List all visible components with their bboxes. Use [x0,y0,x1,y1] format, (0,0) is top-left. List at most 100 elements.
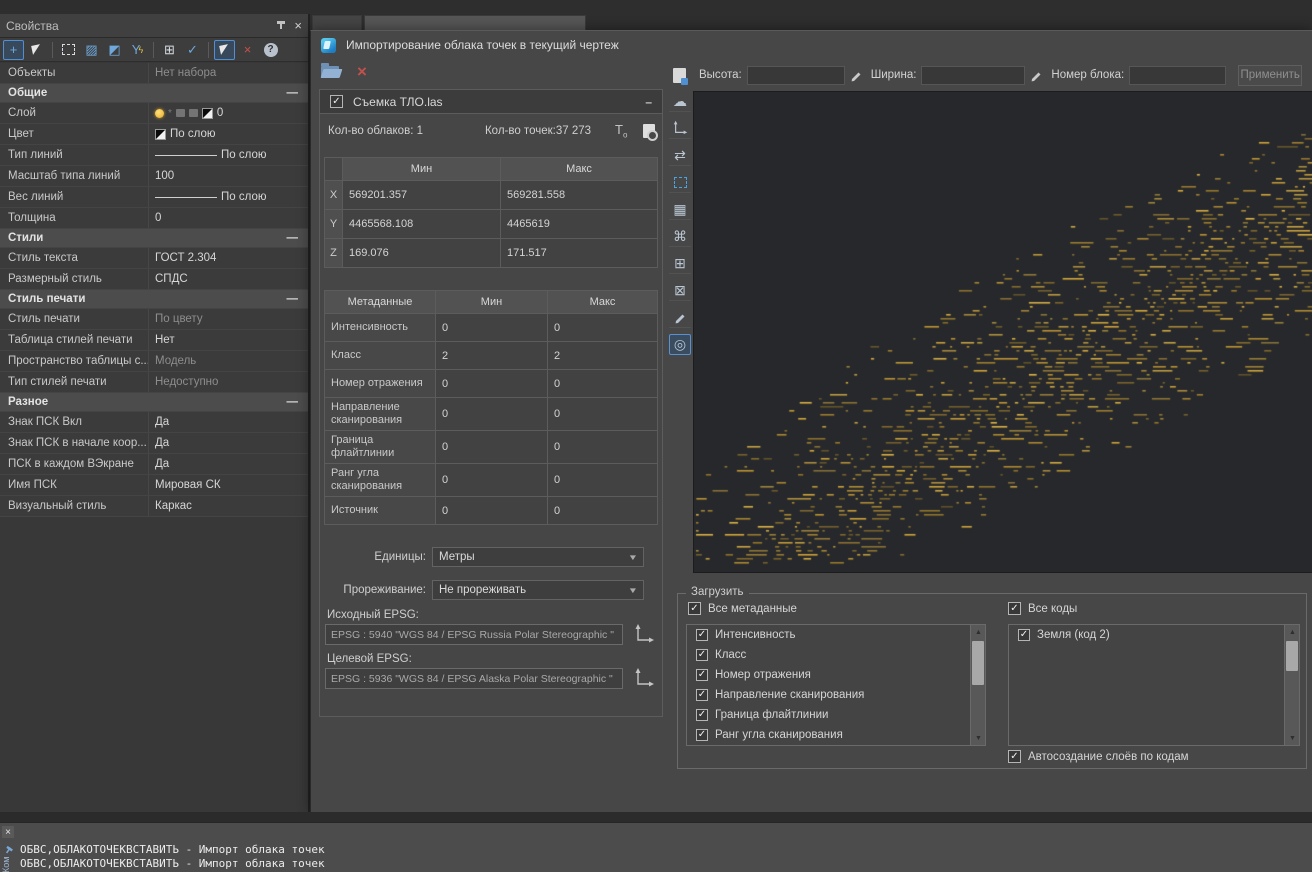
document-tab[interactable] [364,15,586,30]
property-value[interactable]: По слою [148,124,308,144]
min-cell[interactable]: 0 [436,431,547,463]
source-epsg-input[interactable]: EPSG : 5940 "WGS 84 / EPSG Russia Polar … [325,624,623,645]
axis-icon[interactable] [633,667,655,689]
checkbox[interactable]: ✓ [688,602,701,615]
pick-height-icon[interactable] [849,68,863,82]
checkbox[interactable]: ✓ [696,649,708,661]
properties-section-header[interactable]: Общие— [0,84,308,103]
max-cell[interactable]: 0 [548,464,657,496]
property-value[interactable]: Каркас [148,496,308,516]
invert-selection-icon[interactable]: ◩ [104,40,125,60]
command-history[interactable]: ОБВС,ОБЛАКОТОЧЕКВСТАВИТЬ - Импорт облака… [20,843,325,871]
property-row[interactable]: ОбъектыНет набора [0,63,308,84]
property-row[interactable]: Тип линийПо слою [0,145,308,166]
pipes-icon[interactable]: ⌘ [669,226,691,247]
all-codes-checkbox[interactable]: ✓ Все коды [1008,602,1077,615]
min-cell[interactable]: 2 [436,342,547,369]
metadata-item[interactable]: ✓Граница флайтлинии [687,705,970,725]
add-to-selection-icon[interactable]: + [3,40,24,60]
property-row[interactable]: Размерный стильСПДС [0,269,308,290]
property-row[interactable]: ЦветПо слою [0,124,308,145]
max-cell[interactable]: 171.517 [501,239,657,267]
file-settings-icon[interactable] [643,124,655,138]
max-cell[interactable]: 0 [548,497,657,524]
property-value[interactable]: По цвету [148,309,308,329]
property-row[interactable]: Вес линийПо слою [0,187,308,208]
crossing-select-icon[interactable]: ▨ [81,40,102,60]
help-icon[interactable]: ? [260,40,281,60]
property-row[interactable]: Знак ПСК ВклДа [0,412,308,433]
properties-section-header[interactable]: Стиль печати— [0,290,308,309]
property-row[interactable]: Таблица стилей печатиНет [0,330,308,351]
metadata-item[interactable]: ✓Ранг угла сканирования [687,725,970,745]
collapse-icon[interactable]: — [287,87,309,99]
checkbox[interactable]: ✓ [696,709,708,721]
checkbox[interactable]: ✓ [696,669,708,681]
apply-button[interactable]: Применить [1238,65,1302,86]
collapse-icon[interactable]: – [645,95,652,109]
min-cell[interactable]: 0 [436,314,547,341]
property-value[interactable]: Да [148,433,308,453]
property-value[interactable]: 0 [148,208,308,228]
property-value[interactable]: По слою [148,145,308,165]
cursor-icon[interactable] [26,40,47,60]
checkbox[interactable]: ✓ [1018,629,1030,641]
max-cell[interactable]: 0 [548,314,657,341]
property-value[interactable]: Мировая СК [148,475,308,495]
text-style-icon[interactable]: To [615,122,627,140]
min-cell[interactable]: 0 [436,370,547,397]
property-row[interactable]: Визуальный стильКаркас [0,496,308,517]
property-value[interactable]: Да [148,454,308,474]
property-value[interactable]: Да [148,412,308,432]
scroll-up-icon[interactable]: ▲ [971,625,986,639]
scrollbar[interactable]: ▲ ▼ [1284,625,1299,745]
property-value[interactable]: Недоступно [148,372,308,392]
checkbox[interactable]: ✓ [696,629,708,641]
scroll-thumb[interactable] [1286,641,1298,671]
property-row[interactable]: Тип стилей печатиНедоступно [0,372,308,393]
checkbox[interactable]: ✓ [696,729,708,741]
rect-selection-icon[interactable] [669,172,691,193]
max-cell[interactable]: 569281.558 [501,181,657,209]
metadata-item[interactable]: ✓Класс [687,645,970,665]
add-region-icon[interactable]: ⊞ [669,253,691,274]
min-cell[interactable]: 0 [436,398,547,430]
property-row[interactable]: ПСК в каждом ВЭкранеДа [0,454,308,475]
remove-file-icon[interactable]: × [357,65,367,79]
grid-icon[interactable]: ▦ [669,199,691,220]
properties-section-header[interactable]: Стили— [0,229,308,248]
property-value[interactable]: *0 [148,103,308,123]
height-input[interactable] [747,66,845,85]
property-row[interactable]: Масштаб типа линий100 [0,166,308,187]
close-icon[interactable]: × [294,19,302,32]
delete-region-icon[interactable]: ⊠ [669,280,691,301]
min-cell[interactable]: 169.076 [343,239,500,267]
rotate-view-icon[interactable]: ⇄ [669,145,691,166]
width-input[interactable] [921,66,1025,85]
confirm-selection-icon[interactable]: ✓ [182,40,203,60]
file-header[interactable]: ✓ Съемка ТЛО.las – [320,90,662,114]
file-checkbox[interactable]: ✓ [330,95,343,108]
thinning-select[interactable]: Не прореживать ▼ [432,580,644,600]
scroll-down-icon[interactable]: ▼ [1285,731,1300,745]
move-selection-icon[interactable]: ⊞ [159,40,180,60]
collapse-icon[interactable]: — [287,232,309,244]
autocreate-layers-checkbox[interactable]: ✓ Автосоздание слоёв по кодам [1008,750,1189,763]
property-value[interactable]: Нет [148,330,308,350]
max-cell[interactable]: 0 [548,398,657,430]
property-row[interactable]: Стиль печатиПо цвету [0,309,308,330]
cloud-settings-icon[interactable]: ☁ [669,91,691,112]
property-row[interactable]: Знак ПСК в начале коор...Да [0,433,308,454]
checkbox[interactable]: ✓ [1008,750,1021,763]
collapse-icon[interactable]: — [287,396,309,408]
close-icon[interactable]: × [2,826,14,838]
pin-icon[interactable] [2,845,14,857]
pick-width-icon[interactable] [1029,68,1043,82]
document-tab[interactable] [312,15,362,30]
min-cell[interactable]: 4465568.108 [343,210,500,238]
open-file-icon[interactable] [321,66,339,78]
checkbox[interactable]: ✓ [1008,602,1021,615]
code-item[interactable]: ✓Земля (код 2) [1009,625,1284,645]
property-value[interactable]: Нет набора [148,63,308,83]
units-select[interactable]: Метры ▼ [432,547,644,567]
